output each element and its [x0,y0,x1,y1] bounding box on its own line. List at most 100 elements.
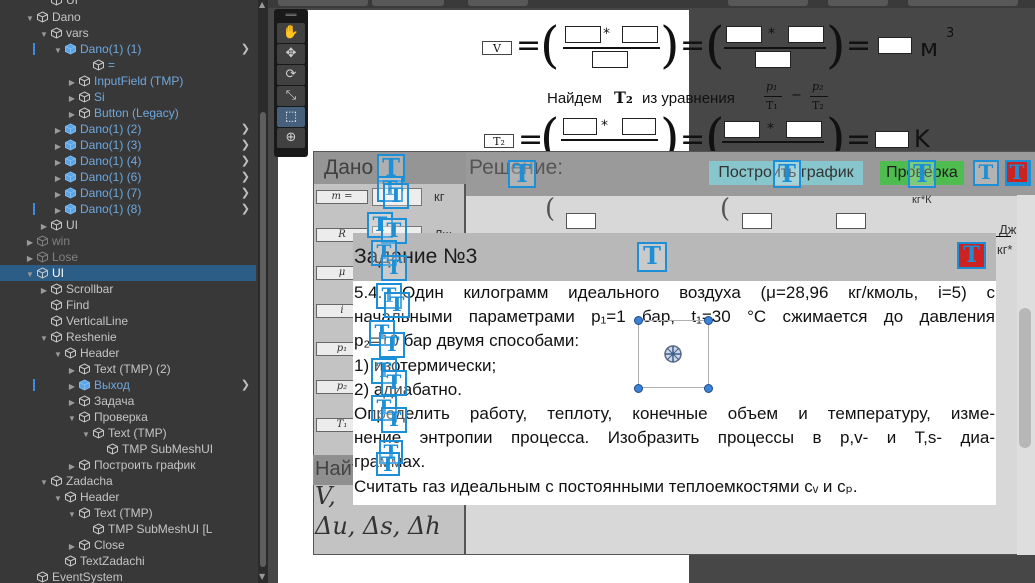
chevron-right-icon[interactable]: ❯ [241,137,250,153]
v-variable-button[interactable]: V [482,41,512,55]
hierarchy-item[interactable]: = [0,57,256,73]
task-close-button[interactable]: T [957,242,986,269]
t2-variable-button[interactable]: T₂ [484,134,514,148]
formula-input[interactable] [566,213,596,229]
formula-input[interactable] [786,121,822,138]
text-gizmo-icon[interactable]: T [908,160,936,188]
text-gizmo-icon[interactable]: T [381,370,407,396]
hierarchy-item[interactable]: ▶ Button (Legacy) [0,105,256,121]
formula-input[interactable] [755,51,791,68]
transform-tool-icon[interactable]: ⊕ [277,128,305,148]
hierarchy-item[interactable]: ▶ Dano(1) (6) ❯ [0,169,256,185]
hierarchy-item[interactable]: EventSystem [0,569,256,583]
text-gizmo-icon[interactable]: T [973,160,999,186]
formula-input[interactable] [622,118,656,135]
formula-input[interactable] [724,121,760,138]
hierarchy-item[interactable]: ▶ InputField (TMP) [0,73,256,89]
text-gizmo-icon[interactable]: T [773,160,801,188]
text-gizmo-icon[interactable]: T [381,255,407,281]
hierarchy-item[interactable]: Find [0,297,256,313]
hierarchy-item[interactable]: ▼ Dano [0,9,256,25]
text-gizmo-icon[interactable]: T [508,160,536,188]
formula-input[interactable] [622,26,658,43]
hierarchy-item[interactable]: UI [0,0,256,8]
result-t2-input[interactable] [875,131,909,148]
formula-input[interactable] [565,26,601,43]
hierarchy-item[interactable]: ▼ Проверка [0,409,256,425]
formula-input[interactable] [726,26,762,43]
scene-toolbar-button[interactable] [468,0,528,6]
scroll-down-icon[interactable]: ▼ [259,572,265,581]
hierarchy-item[interactable]: ▶ Lose [0,249,256,265]
hierarchy-item[interactable]: ▼ Text (TMP) [0,425,256,441]
resize-handle[interactable] [634,384,643,393]
scroll-up-icon[interactable]: ▲ [259,0,265,9]
hierarchy-item[interactable]: TMP SubMeshUI [0,441,256,457]
result-v-input[interactable] [878,37,912,54]
hierarchy-item[interactable]: ▼ Dano(1) (1) ❯ [0,41,256,57]
hierarchy-item[interactable]: ▶ Dano(1) (4) ❯ [0,153,256,169]
formula-input[interactable] [563,118,597,135]
hierarchy-item[interactable]: ▶ Close [0,537,256,553]
text-gizmo-icon[interactable]: T [381,407,407,433]
scene-toolbar-button[interactable] [278,0,368,6]
formula-input[interactable] [742,213,772,229]
chevron-right-icon[interactable]: ❯ [241,377,250,393]
hand-tool-icon[interactable]: ✋ [277,23,305,43]
formula-input[interactable] [788,26,824,43]
chevron-right-icon[interactable]: ❯ [241,41,250,57]
text-gizmo-icon[interactable]: T [383,183,409,209]
pivot-icon[interactable] [662,343,684,365]
move-tool-icon[interactable]: ✥ [277,44,305,64]
text-gizmo-icon[interactable]: T [384,292,410,318]
hierarchy-item[interactable]: ▶ Dano(1) (2) ❯ [0,121,256,137]
hierarchy-item[interactable]: ▶ Dano(1) (8) ❯ [0,201,256,217]
scene-toolbar-button[interactable] [828,0,888,6]
hierarchy-item[interactable]: ▶ Построить график [0,457,256,473]
hierarchy-item[interactable]: ▼ Zadacha [0,473,256,489]
dano-variable-button[interactable]: m = [316,190,368,204]
hierarchy-item[interactable]: ▼ Reshenie [0,329,256,345]
hierarchy-item[interactable]: ▶ Задача [0,393,256,409]
hierarchy-item[interactable]: ▼ Header [0,345,256,361]
rect-tool-icon[interactable]: ⬚ [277,107,305,127]
hierarchy-item[interactable]: ▼ UI [0,265,256,281]
scene-toolbar-button[interactable] [728,0,808,6]
rotate-tool-icon[interactable]: ⟳ [277,65,305,85]
chevron-right-icon[interactable]: ❯ [241,169,250,185]
hierarchy-scroll-thumb[interactable] [260,112,266,567]
formula-input[interactable] [592,51,628,68]
text-gizmo-icon[interactable]: T [637,242,667,272]
hierarchy-item[interactable]: ▶ Dano(1) (7) ❯ [0,185,256,201]
hierarchy-item[interactable]: VerticalLine [0,313,256,329]
scene-toolbar-button[interactable] [908,0,1018,6]
hierarchy-scrollbar[interactable]: ▲ ▼ [258,0,268,583]
hierarchy-item[interactable]: ▶ win [0,233,256,249]
scale-tool-icon[interactable]: ⤡ [277,86,305,106]
chevron-right-icon[interactable]: ❯ [241,185,250,201]
resize-handle[interactable] [634,316,643,325]
hierarchy-item[interactable]: TMP SubMeshUI [L [0,521,256,537]
hierarchy-item[interactable]: ▼ Header [0,489,256,505]
hierarchy-item[interactable]: ▶ UI [0,217,256,233]
hierarchy-item[interactable]: ▶ Si [0,89,256,105]
scene-scrollbar-thumb[interactable] [1019,308,1031,448]
resize-handle[interactable] [704,384,713,393]
scene-toolbar-button[interactable] [372,0,444,6]
chevron-right-icon[interactable]: ❯ [241,121,250,137]
exit-gizmo-icon[interactable]: T [1005,160,1029,184]
text-gizmo-icon[interactable]: T [376,452,400,476]
chevron-right-icon[interactable]: ❯ [241,153,250,169]
hierarchy-item[interactable]: ▶ Scrollbar [0,281,256,297]
hierarchy-item[interactable]: ▶ Выход ❯ [0,377,256,393]
resize-handle[interactable] [704,316,713,325]
hierarchy-item[interactable]: TextZadachi [0,553,256,569]
hierarchy-item[interactable]: ▼ vars [0,25,256,41]
chevron-right-icon[interactable]: ❯ [241,201,250,217]
text-gizmo-icon[interactable]: T [379,332,405,358]
formula-input[interactable] [836,213,866,229]
hierarchy-item[interactable]: ▶ Dano(1) (3) ❯ [0,137,256,153]
hierarchy-item[interactable]: ▼ Text (TMP) [0,505,256,521]
hierarchy-item[interactable]: ▶ Text (TMP) (2) [0,361,256,377]
palette-grip-icon[interactable]: ══ [277,12,305,22]
